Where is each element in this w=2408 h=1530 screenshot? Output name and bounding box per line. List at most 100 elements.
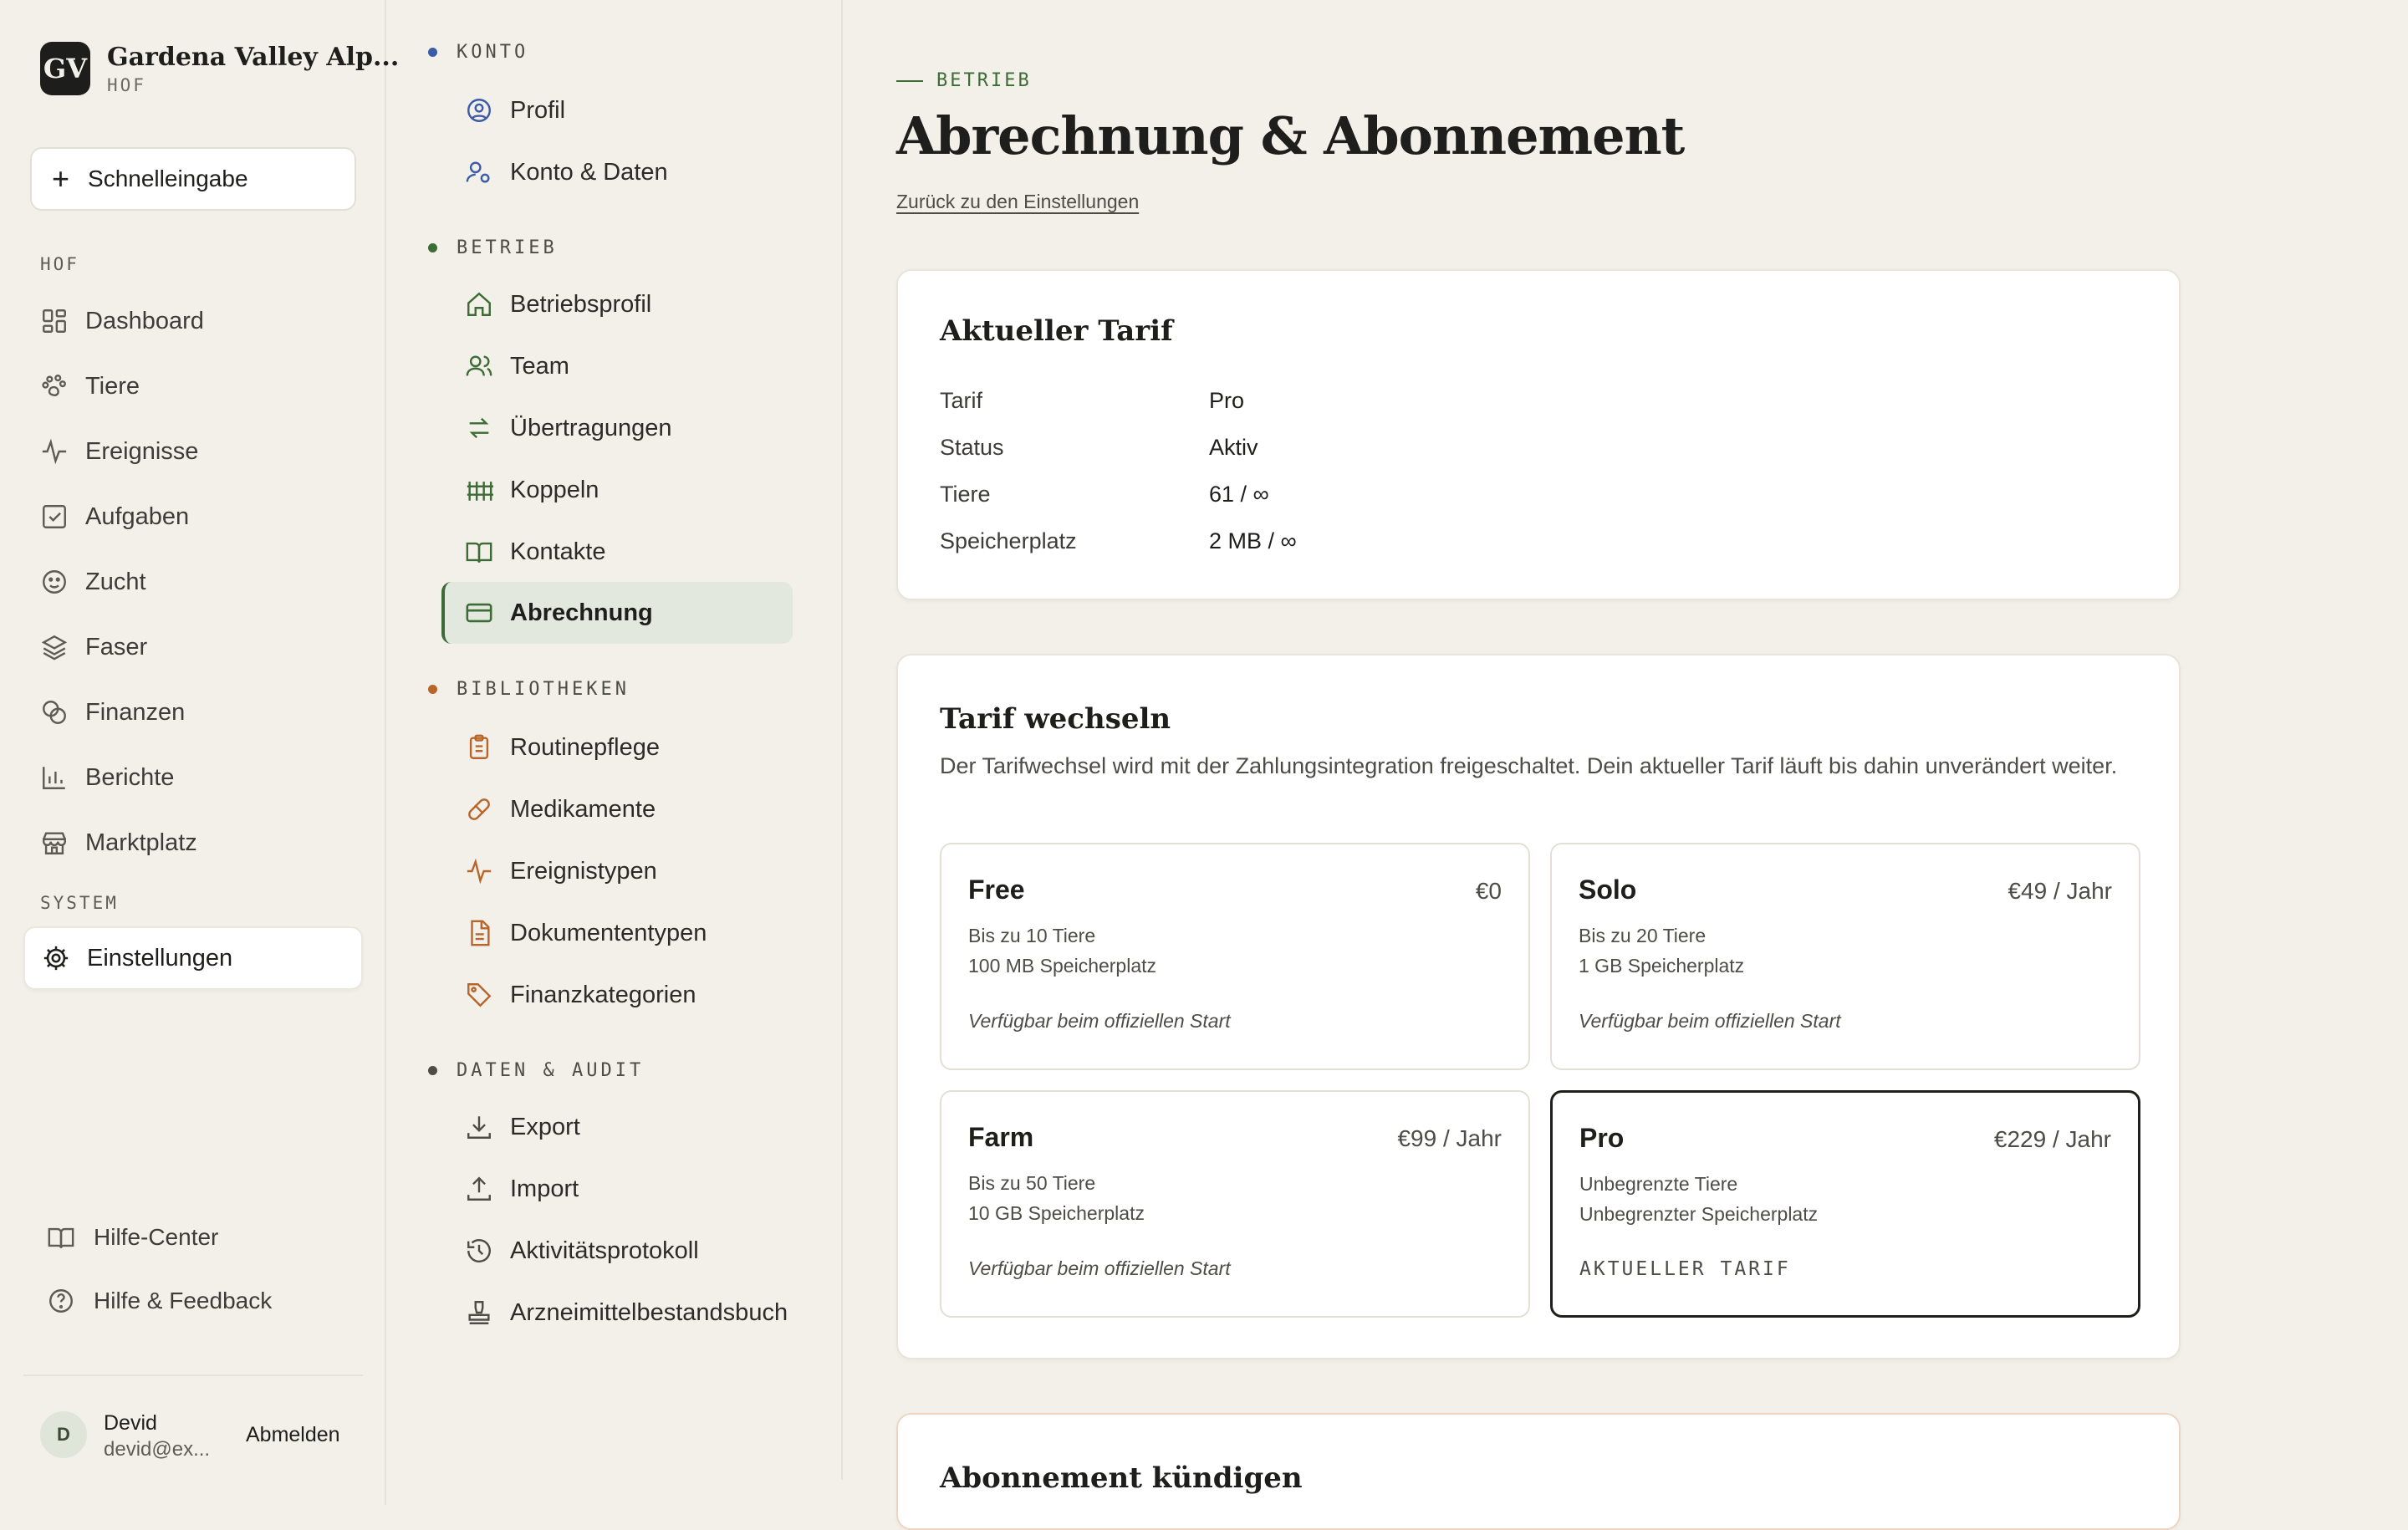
nav-item-aktivitaetsprotokoll[interactable]: Aktivitätsprotokoll xyxy=(465,1226,816,1276)
nav-item-label: Medikamente xyxy=(510,795,656,823)
plan-card-farm: Farm €99 / Jahr Bis zu 50 Tiere 10 GB Sp… xyxy=(940,1090,1530,1318)
app-sidebar: GV Gardena Valley Alp... HOF + Schnellei… xyxy=(0,0,399,1505)
nav-item-koppeln[interactable]: Koppeln xyxy=(465,465,816,515)
sidebar-item-einstellungen[interactable]: Einstellungen xyxy=(23,926,363,990)
nav-item-medikamente[interactable]: Medikamente xyxy=(465,784,816,834)
plan-feature: Bis zu 10 Tiere xyxy=(968,925,1096,946)
download-icon xyxy=(467,1116,491,1139)
plan-feature: Unbegrenzter Speicherplatz xyxy=(1579,1203,1819,1225)
sidebar-item-finanzen[interactable]: Finanzen xyxy=(40,687,358,737)
plan-feature: Unbegrenzte Tiere xyxy=(1579,1173,1738,1195)
sidebar-item-dashboard[interactable]: Dashboard xyxy=(40,296,358,346)
sidebar-item-label: Tiere xyxy=(85,372,140,400)
nav-section-title: DATEN & AUDIT xyxy=(457,1060,645,1081)
nav-item-ereignistypen[interactable]: Ereignistypen xyxy=(465,846,816,896)
eyebrow-text: BETRIEB xyxy=(936,70,1032,91)
sidebar-item-label: Einstellungen xyxy=(87,944,233,972)
bar-chart-icon xyxy=(43,767,65,789)
nav-item-profil[interactable]: Profil xyxy=(465,85,816,135)
nav-item-label: Finanzkategorien xyxy=(510,981,696,1008)
sidebar-item-berichte[interactable]: Berichte xyxy=(40,752,358,803)
sidebar-item-label: Aufgaben xyxy=(85,502,190,530)
nav-item-konto-daten[interactable]: Konto & Daten xyxy=(465,147,816,197)
plan-row-tiere: Tiere 61 / ∞ xyxy=(940,482,1269,507)
plan-feature: Bis zu 20 Tiere xyxy=(1579,925,1707,946)
eyebrow-line xyxy=(896,79,923,82)
row-value: Aktiv xyxy=(1209,435,1258,460)
page-eyebrow: BETRIEB xyxy=(896,70,1032,91)
plus-icon: + xyxy=(52,161,70,196)
nav-item-routinepflege[interactable]: Routinepflege xyxy=(465,722,816,773)
section-dot xyxy=(428,48,437,57)
help-center-link[interactable]: Hilfe-Center xyxy=(47,1214,218,1261)
card-title: Aktueller Tarif xyxy=(940,314,1173,348)
dashboard-icon xyxy=(43,309,66,333)
plan-name: Free xyxy=(968,875,1025,905)
plan-feature: 1 GB Speicherplatz xyxy=(1579,955,1745,977)
sidebar-item-faser[interactable]: Faser xyxy=(40,622,358,672)
nav-section-title: BIBLIOTHEKEN xyxy=(457,679,630,700)
nav-section-betrieb: BETRIEB xyxy=(428,237,558,258)
nav-item-label: Profil xyxy=(510,96,566,124)
plan-feature: 100 MB Speicherplatz xyxy=(968,955,1157,977)
plan-card-solo: Solo €49 / Jahr Bis zu 20 Tiere 1 GB Spe… xyxy=(1550,843,2140,1070)
nav-item-label: Dokumententypen xyxy=(510,919,707,946)
sidebar-item-zucht[interactable]: Zucht xyxy=(40,557,358,607)
back-to-settings-link[interactable]: Zurück zu den Einstellungen xyxy=(896,191,1139,213)
nav-item-kontakte[interactable]: Kontakte xyxy=(465,527,816,577)
help-circle-icon xyxy=(49,1289,73,1313)
nav-item-label: Team xyxy=(510,352,569,380)
pill-icon xyxy=(468,798,490,820)
nav-item-abrechnung[interactable]: Abrechnung xyxy=(441,582,793,644)
help-feedback-link[interactable]: Hilfe & Feedback xyxy=(47,1278,272,1324)
farm-type: HOF xyxy=(107,74,146,95)
user-settings-icon xyxy=(466,161,490,183)
current-plan-badge: AKTUELLER TARIF xyxy=(1579,1258,1791,1280)
farm-name: Gardena Valley Alp... xyxy=(107,42,400,72)
sidebar-item-label: Marktplatz xyxy=(85,829,197,856)
page-title: Abrechnung & Abonnement xyxy=(896,105,1685,166)
users-icon xyxy=(466,355,492,376)
quick-entry-button[interactable]: + Schnelleingabe xyxy=(30,147,356,211)
sidebar-item-ereignisse[interactable]: Ereignisse xyxy=(40,426,358,477)
user-email: devid@ex... xyxy=(104,1438,211,1461)
sidebar-item-marktplatz[interactable]: Marktplatz xyxy=(40,818,358,868)
current-plan-card: Aktueller Tarif Tarif Pro Status Aktiv T… xyxy=(896,269,2181,600)
nav-item-uebertragungen[interactable]: Übertragungen xyxy=(465,403,816,453)
stamp-icon xyxy=(468,1301,490,1324)
row-value: 61 / ∞ xyxy=(1209,482,1269,507)
sidebar-item-tiere[interactable]: Tiere xyxy=(40,361,358,411)
nav-section-title: KONTO xyxy=(457,42,529,63)
plan-availability-note: Verfügbar beim offiziellen Start xyxy=(968,1257,1231,1279)
row-key: Tiere xyxy=(940,482,991,507)
nav-item-export[interactable]: Export xyxy=(465,1102,816,1152)
book-open-icon xyxy=(466,542,492,563)
plan-card-free: Free €0 Bis zu 10 Tiere 100 MB Speicherp… xyxy=(940,843,1530,1070)
cancel-subscription-card: Abonnement kündigen xyxy=(896,1413,2181,1530)
plan-feature: Bis zu 50 Tiere xyxy=(968,1172,1096,1194)
nav-item-label: Koppeln xyxy=(510,476,599,503)
credit-card-icon xyxy=(466,603,492,623)
book-icon xyxy=(48,1227,74,1248)
sidebar-item-aufgaben[interactable]: Aufgaben xyxy=(40,492,358,542)
nav-item-label: Arzneimittelbestandsbuch xyxy=(510,1298,788,1326)
plan-name: Pro xyxy=(1579,1123,1625,1153)
breeding-icon xyxy=(43,570,66,594)
nav-item-label: Routinepflege xyxy=(510,733,660,761)
farm-switcher[interactable]: GV Gardena Valley Alp... HOF xyxy=(40,42,399,95)
document-icon xyxy=(471,920,490,946)
user-name: Devid xyxy=(104,1411,157,1435)
sidebar-item-label: Finanzen xyxy=(85,698,186,726)
nav-item-label: Ereignistypen xyxy=(510,857,657,885)
nav-section-title: BETRIEB xyxy=(457,237,558,258)
nav-item-betriebsprofil[interactable]: Betriebsprofil xyxy=(465,279,816,329)
nav-item-dokumententypen[interactable]: Dokumententypen xyxy=(465,908,816,958)
card-title: Tarif wechseln xyxy=(940,702,1171,736)
row-value: 2 MB / ∞ xyxy=(1209,528,1297,553)
nav-item-team[interactable]: Team xyxy=(465,341,816,391)
nav-item-arzneimittelbestandsbuch[interactable]: Arzneimittelbestandsbuch xyxy=(465,1288,816,1338)
help-feedback-label: Hilfe & Feedback xyxy=(94,1288,273,1313)
nav-item-finanzkategorien[interactable]: Finanzkategorien xyxy=(465,970,816,1020)
nav-item-import[interactable]: Import xyxy=(465,1164,816,1214)
logout-button[interactable]: Abmelden xyxy=(246,1423,340,1447)
